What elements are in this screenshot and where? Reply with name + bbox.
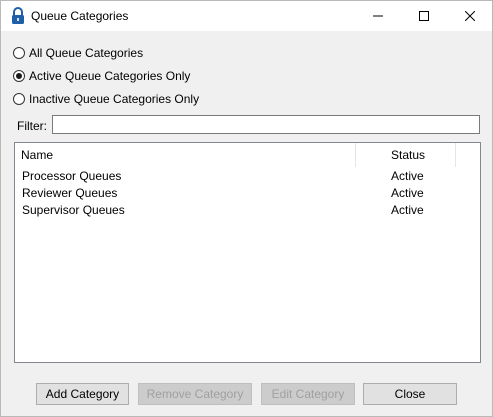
close-icon: [465, 11, 475, 21]
categories-list[interactable]: Name Status Processor Queues Active Revi…: [14, 142, 481, 363]
window-title: Queue Categories: [31, 9, 129, 23]
radio-active-categories[interactable]: Active Queue Categories Only: [13, 68, 190, 84]
close-window-button[interactable]: [447, 1, 493, 31]
filter-label: Filter:: [17, 119, 47, 133]
list-item[interactable]: Reviewer Queues Active: [15, 185, 480, 202]
filter-input[interactable]: [52, 115, 480, 134]
radio-button[interactable]: [13, 47, 25, 59]
radio-label: Inactive Queue Categories Only: [29, 92, 200, 106]
list-item[interactable]: Supervisor Queues Active: [15, 202, 480, 219]
maximize-button[interactable]: [401, 1, 447, 31]
category-status: Active: [391, 203, 424, 217]
category-status: Active: [391, 186, 424, 200]
padlock-icon: [10, 7, 26, 25]
column-divider[interactable]: [455, 143, 456, 167]
column-header-name[interactable]: Name: [15, 143, 356, 167]
radio-button[interactable]: [13, 70, 25, 82]
queue-categories-window: Queue Categories All Queue Categories Ac…: [0, 0, 493, 417]
minimize-button[interactable]: [355, 1, 401, 31]
close-button[interactable]: Close: [363, 383, 457, 405]
radio-all-categories[interactable]: All Queue Categories: [13, 45, 143, 61]
radio-label: Active Queue Categories Only: [29, 69, 191, 83]
category-name: Processor Queues: [22, 169, 122, 183]
category-name: Supervisor Queues: [22, 203, 125, 217]
title-bar[interactable]: Queue Categories: [1, 1, 492, 31]
add-category-button[interactable]: Add Category: [36, 383, 129, 405]
column-divider[interactable]: [355, 143, 356, 167]
category-name: Reviewer Queues: [22, 186, 118, 200]
minimize-icon: [373, 15, 383, 17]
remove-category-button[interactable]: Remove Category: [138, 383, 252, 405]
edit-category-button[interactable]: Edit Category: [261, 383, 355, 405]
list-header: Name Status: [15, 143, 480, 167]
list-item[interactable]: Processor Queues Active: [15, 168, 480, 185]
radio-button[interactable]: [13, 93, 25, 105]
column-header-status[interactable]: Status: [385, 143, 455, 167]
category-status: Active: [391, 169, 424, 183]
radio-label: All Queue Categories: [29, 46, 144, 60]
radio-inactive-categories[interactable]: Inactive Queue Categories Only: [13, 91, 199, 107]
maximize-icon: [419, 11, 429, 21]
